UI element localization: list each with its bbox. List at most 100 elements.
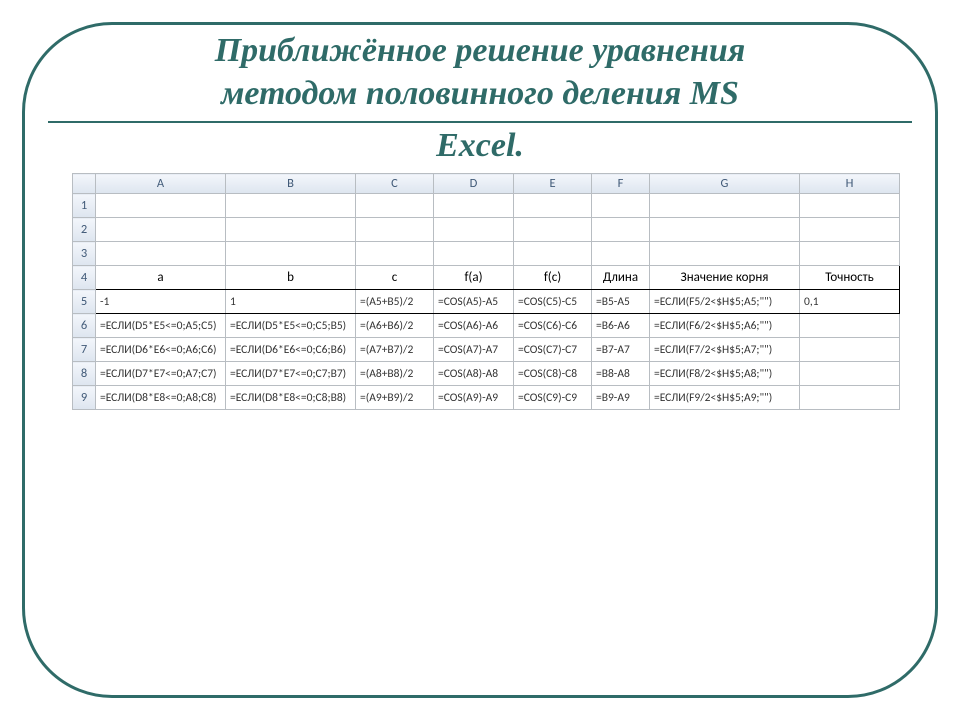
cell[interactable] bbox=[592, 218, 650, 242]
row-header[interactable]: 5 bbox=[73, 290, 96, 314]
cell[interactable] bbox=[226, 218, 356, 242]
table-row: 8=ЕСЛИ(D7*E7<=0;A7;C7)=ЕСЛИ(D7*E7<=0;C7;… bbox=[73, 362, 900, 386]
cell[interactable]: =(A9+B9)/2 bbox=[356, 386, 434, 410]
cell[interactable] bbox=[434, 218, 514, 242]
cell[interactable] bbox=[514, 242, 592, 266]
cell[interactable] bbox=[226, 242, 356, 266]
cell[interactable]: =COS(C6)-C6 bbox=[514, 314, 592, 338]
cell[interactable]: =(A5+B5)/2 bbox=[356, 290, 434, 314]
cell[interactable] bbox=[592, 194, 650, 218]
cell[interactable]: =ЕСЛИ(F8/2<$H$5;A8;"") bbox=[650, 362, 800, 386]
row-header[interactable]: 7 bbox=[73, 338, 96, 362]
cell[interactable] bbox=[800, 362, 900, 386]
row-header[interactable]: 8 bbox=[73, 362, 96, 386]
cell[interactable] bbox=[434, 242, 514, 266]
cell[interactable]: =ЕСЛИ(D8*E8<=0;A8;C8) bbox=[96, 386, 226, 410]
cell[interactable]: Длина bbox=[592, 266, 650, 290]
col-F[interactable]: F bbox=[592, 174, 650, 194]
excel-body: 1234abcf(a)f(c)ДлинаЗначение корняТочнос… bbox=[73, 194, 900, 410]
cell[interactable]: =(A8+B8)/2 bbox=[356, 362, 434, 386]
cell[interactable]: 1 bbox=[226, 290, 356, 314]
col-G[interactable]: G bbox=[650, 174, 800, 194]
cell[interactable] bbox=[650, 194, 800, 218]
cell[interactable] bbox=[434, 194, 514, 218]
cell[interactable]: =B7-A7 bbox=[592, 338, 650, 362]
cell[interactable] bbox=[514, 218, 592, 242]
table-row: 7=ЕСЛИ(D6*E6<=0;A6;C6)=ЕСЛИ(D6*E6<=0;C6;… bbox=[73, 338, 900, 362]
column-header-row: A B C D E F G H bbox=[73, 174, 900, 194]
row-header[interactable]: 6 bbox=[73, 314, 96, 338]
cell[interactable]: =ЕСЛИ(D8*E8<=0;C8;B8) bbox=[226, 386, 356, 410]
cell[interactable]: =ЕСЛИ(D7*E7<=0;A7;C7) bbox=[96, 362, 226, 386]
select-all-corner[interactable] bbox=[73, 174, 96, 194]
cell[interactable]: =COS(C8)-C8 bbox=[514, 362, 592, 386]
cell[interactable]: =(A6+B6)/2 bbox=[356, 314, 434, 338]
cell[interactable] bbox=[800, 194, 900, 218]
cell[interactable]: =ЕСЛИ(D7*E7<=0;C7;B7) bbox=[226, 362, 356, 386]
cell[interactable]: =COS(A9)-A9 bbox=[434, 386, 514, 410]
col-C[interactable]: C bbox=[356, 174, 434, 194]
row-header[interactable]: 2 bbox=[73, 218, 96, 242]
cell[interactable] bbox=[800, 386, 900, 410]
table-row: 5-11=(A5+B5)/2=COS(A5)-A5=COS(C5)-C5=B5-… bbox=[73, 290, 900, 314]
cell[interactable] bbox=[96, 242, 226, 266]
cell[interactable]: =COS(C9)-C9 bbox=[514, 386, 592, 410]
cell[interactable] bbox=[800, 218, 900, 242]
cell[interactable]: =ЕСЛИ(F7/2<$H$5;A7;"") bbox=[650, 338, 800, 362]
col-H[interactable]: H bbox=[800, 174, 900, 194]
cell[interactable]: =ЕСЛИ(D5*E5<=0;A5;C5) bbox=[96, 314, 226, 338]
cell[interactable]: =B5-A5 bbox=[592, 290, 650, 314]
cell[interactable]: =ЕСЛИ(D6*E6<=0;A6;C6) bbox=[96, 338, 226, 362]
cell[interactable] bbox=[96, 194, 226, 218]
cell[interactable]: a bbox=[96, 266, 226, 290]
cell[interactable]: =B9-A9 bbox=[592, 386, 650, 410]
cell[interactable]: =B6-A6 bbox=[592, 314, 650, 338]
cell[interactable]: =ЕСЛИ(F9/2<$H$5;A9;"") bbox=[650, 386, 800, 410]
cell[interactable]: =ЕСЛИ(F5/2<$H$5;A5;"") bbox=[650, 290, 800, 314]
cell[interactable]: f(c) bbox=[514, 266, 592, 290]
cell[interactable]: -1 bbox=[96, 290, 226, 314]
cell[interactable]: =COS(A8)-A8 bbox=[434, 362, 514, 386]
row-header[interactable]: 1 bbox=[73, 194, 96, 218]
cell[interactable]: 0,1 bbox=[800, 290, 900, 314]
cell[interactable] bbox=[356, 194, 434, 218]
table-row: 6=ЕСЛИ(D5*E5<=0;A5;C5)=ЕСЛИ(D5*E5<=0;C5;… bbox=[73, 314, 900, 338]
cell[interactable]: =COS(C5)-C5 bbox=[514, 290, 592, 314]
col-D[interactable]: D bbox=[434, 174, 514, 194]
col-A[interactable]: A bbox=[96, 174, 226, 194]
cell[interactable] bbox=[800, 314, 900, 338]
table-row: 9=ЕСЛИ(D8*E8<=0;A8;C8)=ЕСЛИ(D8*E8<=0;C8;… bbox=[73, 386, 900, 410]
cell[interactable] bbox=[800, 242, 900, 266]
excel-screenshot: A B C D E F G H 1234abcf(a)f(c)ДлинаЗнач… bbox=[72, 173, 894, 410]
cell[interactable] bbox=[226, 194, 356, 218]
cell[interactable]: c bbox=[356, 266, 434, 290]
cell[interactable] bbox=[800, 338, 900, 362]
cell[interactable]: =ЕСЛИ(F6/2<$H$5;A6;"") bbox=[650, 314, 800, 338]
row-header[interactable]: 9 bbox=[73, 386, 96, 410]
cell[interactable] bbox=[356, 242, 434, 266]
col-B[interactable]: B bbox=[226, 174, 356, 194]
cell[interactable]: =COS(C7)-C7 bbox=[514, 338, 592, 362]
cell[interactable]: =(A7+B7)/2 bbox=[356, 338, 434, 362]
cell[interactable]: =COS(A6)-A6 bbox=[434, 314, 514, 338]
cell[interactable]: =COS(A5)-A5 bbox=[434, 290, 514, 314]
cell[interactable]: b bbox=[226, 266, 356, 290]
col-E[interactable]: E bbox=[514, 174, 592, 194]
cell[interactable] bbox=[650, 218, 800, 242]
cell[interactable] bbox=[96, 218, 226, 242]
cell[interactable] bbox=[356, 218, 434, 242]
cell[interactable]: f(a) bbox=[434, 266, 514, 290]
row-header[interactable]: 3 bbox=[73, 242, 96, 266]
cell[interactable]: =ЕСЛИ(D5*E5<=0;C5;B5) bbox=[226, 314, 356, 338]
cell[interactable]: =ЕСЛИ(D6*E6<=0;C6;B6) bbox=[226, 338, 356, 362]
cell[interactable] bbox=[592, 242, 650, 266]
cell[interactable]: Значение корня bbox=[650, 266, 800, 290]
cell[interactable] bbox=[514, 194, 592, 218]
cell[interactable]: =COS(A7)-A7 bbox=[434, 338, 514, 362]
cell[interactable]: =B8-A8 bbox=[592, 362, 650, 386]
title-line-3: Excel. bbox=[42, 125, 918, 168]
cell[interactable] bbox=[650, 242, 800, 266]
cell[interactable]: Точность bbox=[800, 266, 900, 290]
row-header[interactable]: 4 bbox=[73, 266, 96, 290]
excel-grid: A B C D E F G H 1234abcf(a)f(c)ДлинаЗнач… bbox=[72, 173, 900, 410]
